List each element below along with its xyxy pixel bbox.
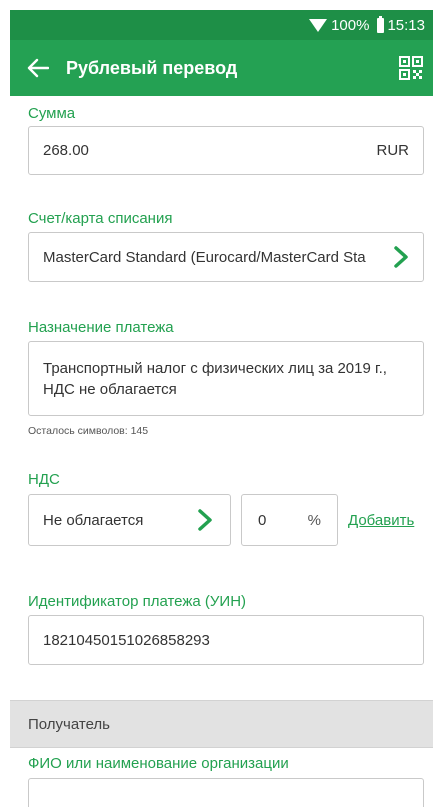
battery-percent: 100% [331, 16, 370, 34]
recipient-section-title: Получатель [28, 715, 110, 733]
purpose-line-1: Транспортный налог с физических лиц за 2… [43, 359, 387, 377]
uin-field[interactable]: 18210450151026858293 [28, 615, 424, 665]
recipient-name-field[interactable] [28, 778, 424, 807]
chevron-right-icon [393, 246, 409, 268]
vat-rate-field[interactable]: 0 % [241, 494, 338, 546]
recipient-section-header: Получатель [10, 700, 433, 748]
account-label: Счет/карта списания [28, 210, 173, 227]
qr-scan-button[interactable] [399, 56, 423, 80]
purpose-label: Назначение платежа [28, 319, 174, 336]
transfer-form: Сумма 268.00 RUR Счет/карта списания Mas… [10, 96, 433, 807]
chevron-right-icon [197, 509, 213, 531]
vat-label: НДС [28, 471, 60, 488]
battery-icon [377, 15, 385, 33]
vat-rate-value: 0 [258, 511, 267, 529]
amount-field[interactable]: 268.00 RUR [28, 126, 424, 175]
clock: 15:13 [387, 16, 425, 34]
chars-left-hint: Осталось символов: 145 [28, 425, 149, 437]
arrow-back-icon [27, 58, 49, 78]
uin-label: Идентификатор платежа (УИН) [28, 593, 247, 610]
wifi-icon [309, 18, 328, 32]
percent-sign: % [307, 511, 321, 529]
qr-code-icon [399, 56, 423, 80]
currency-label: RUR [376, 142, 410, 159]
add-vat-link[interactable]: Добавить [348, 512, 414, 529]
status-bar: 100% 15:13 [10, 10, 433, 40]
account-select[interactable]: MasterCard Standard (Eurocard/MasterCard… [28, 232, 424, 282]
vat-type-value: Не облагается [43, 511, 144, 529]
vat-type-select[interactable]: Не облагается [28, 494, 231, 546]
uin-value: 18210450151026858293 [43, 631, 210, 649]
back-button[interactable] [16, 40, 60, 96]
amount-value: 268.00 [43, 142, 89, 159]
page-title: Рублевый перевод [66, 57, 238, 78]
amount-label: Сумма [28, 105, 76, 122]
purpose-field[interactable]: Транспортный налог с физических лиц за 2… [28, 341, 424, 416]
app-bar: Рублевый перевод [10, 40, 433, 96]
account-value: MasterCard Standard (Eurocard/MasterCard… [43, 248, 366, 266]
purpose-line-2: НДС не облагается [43, 380, 177, 398]
recipient-name-label: ФИО или наименование организации [28, 755, 289, 772]
